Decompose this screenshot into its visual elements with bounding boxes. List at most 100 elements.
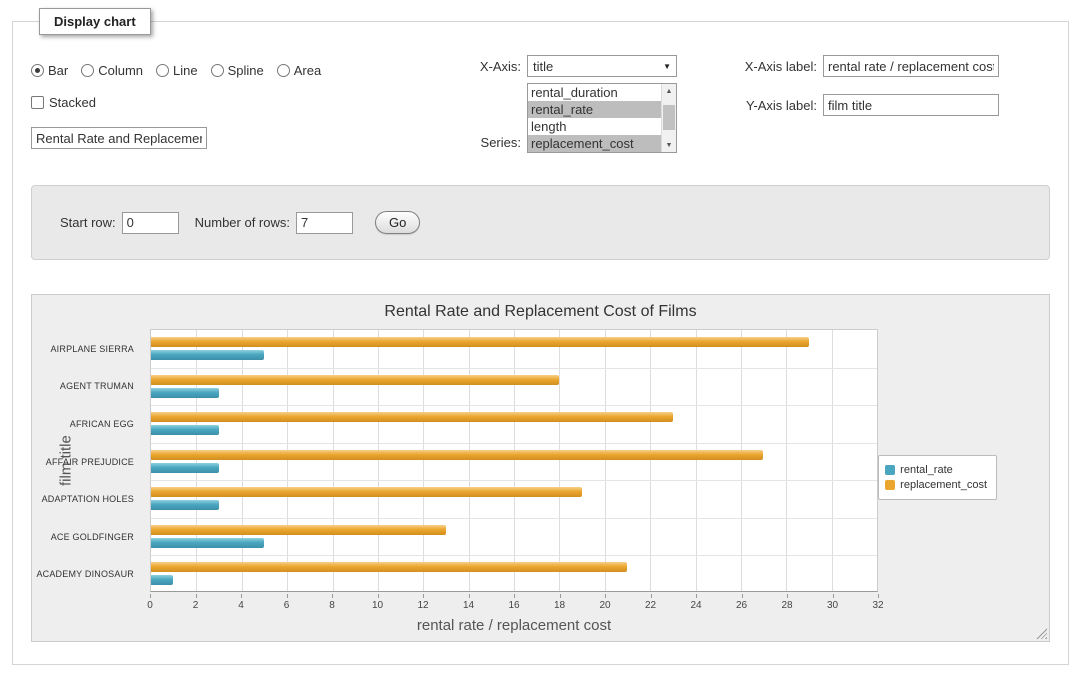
- x-tick-label: 24: [690, 600, 701, 611]
- tick-mark: [742, 594, 743, 598]
- bar-rental_rate: [151, 350, 264, 360]
- radio-label: Area: [294, 63, 321, 78]
- bar-replacement_cost: [151, 450, 763, 460]
- radio-option-bar[interactable]: Bar: [31, 63, 68, 78]
- x-tick-label: 20: [599, 600, 610, 611]
- chart-type-column: Bar Column Line Spline Area Stacked: [31, 55, 469, 149]
- bar-replacement_cost: [151, 375, 559, 385]
- radio-option-line[interactable]: Line: [156, 63, 198, 78]
- bar-rental_rate: [151, 538, 264, 548]
- start-row-input[interactable]: [122, 212, 179, 234]
- gridline: [696, 330, 697, 591]
- gridline: [151, 555, 877, 556]
- radio-label: Spline: [228, 63, 264, 78]
- tick-mark: [560, 594, 561, 598]
- gridline: [378, 330, 379, 591]
- legend-swatch-icon: [885, 465, 895, 475]
- series-option-length[interactable]: length: [528, 118, 661, 135]
- tick-mark: [696, 594, 697, 598]
- radio-option-spline[interactable]: Spline: [211, 63, 264, 78]
- gridline: [605, 330, 606, 591]
- stacked-checkbox[interactable]: [31, 96, 44, 109]
- radio-icon: [31, 64, 44, 77]
- x-axis-label-field-label: X-Axis label:: [727, 59, 817, 74]
- gridline: [333, 330, 334, 591]
- x-axis-label-input[interactable]: [823, 55, 999, 77]
- fieldset-legend: Display chart: [39, 8, 151, 35]
- scrollbar-thumb[interactable]: [663, 105, 675, 130]
- x-tick-label: 4: [238, 600, 244, 611]
- tick-mark: [241, 594, 242, 598]
- legend-label: replacement_cost: [900, 479, 987, 491]
- series-option-rental_rate[interactable]: rental_rate: [528, 101, 661, 118]
- radio-option-area[interactable]: Area: [277, 63, 321, 78]
- bar-replacement_cost: [151, 337, 809, 347]
- chart-legend: rental_rate replacement_cost: [878, 455, 997, 500]
- x-tick-label: 30: [827, 600, 838, 611]
- go-button[interactable]: Go: [375, 211, 420, 234]
- tick-mark: [423, 594, 424, 598]
- legend-item-rental_rate[interactable]: rental_rate: [885, 464, 987, 476]
- tick-mark: [332, 594, 333, 598]
- tick-mark: [833, 594, 834, 598]
- radio-icon: [156, 64, 169, 77]
- gridline: [423, 330, 424, 591]
- tick-mark: [196, 594, 197, 598]
- bar-rental_rate: [151, 575, 173, 585]
- category-label: ADAPTATION HOLES: [42, 494, 134, 504]
- x-tick-label: 14: [463, 600, 474, 611]
- x-axis-select-label: X-Axis:: [469, 55, 521, 77]
- category-label: AFRICAN EGG: [70, 419, 134, 429]
- radio-label: Bar: [48, 63, 68, 78]
- gridline: [469, 330, 470, 591]
- scroll-down-icon[interactable]: ▼: [662, 138, 676, 152]
- scrollbar[interactable]: ▲ ▼: [661, 84, 676, 152]
- stacked-option[interactable]: Stacked: [31, 95, 469, 110]
- chart-title-input[interactable]: [31, 127, 207, 149]
- series-select-label: Series:: [469, 135, 521, 150]
- number-of-rows-label: Number of rows:: [195, 215, 290, 230]
- tick-mark: [514, 594, 515, 598]
- radio-label: Column: [98, 63, 143, 78]
- series-option-rental_duration[interactable]: rental_duration: [528, 84, 661, 101]
- bar-rental_rate: [151, 388, 219, 398]
- bar-replacement_cost: [151, 412, 673, 422]
- x-tick-label: 26: [736, 600, 747, 611]
- category-axis: AIRPLANE SIERRAAGENT TRUMANAFRICAN EGGAF…: [32, 330, 142, 593]
- x-tick-label: 22: [645, 600, 656, 611]
- tick-mark: [469, 594, 470, 598]
- x-axis-select[interactable]: title ▼: [527, 55, 677, 77]
- gridline: [832, 330, 833, 591]
- category-label: AGENT TRUMAN: [60, 381, 134, 391]
- tick-mark: [378, 594, 379, 598]
- tick-mark: [605, 594, 606, 598]
- scroll-up-icon[interactable]: ▲: [662, 84, 676, 98]
- x-tick-label: 28: [781, 600, 792, 611]
- chart-container: Rental Rate and Replacement Cost of Film…: [31, 294, 1050, 642]
- x-tick-label: 6: [284, 600, 290, 611]
- tick-mark: [651, 594, 652, 598]
- gridline: [151, 405, 877, 406]
- y-axis-label-input[interactable]: [823, 94, 999, 116]
- axis-labels-column: X-Axis label: Y-Axis label:: [727, 55, 1027, 133]
- bar-rental_rate: [151, 425, 219, 435]
- radio-option-column[interactable]: Column: [81, 63, 143, 78]
- category-label: ACADEMY DINOSAUR: [36, 569, 134, 579]
- category-label: ACE GOLDFINGER: [51, 532, 134, 542]
- x-tick-label: 32: [872, 600, 883, 611]
- gridline: [650, 330, 651, 591]
- radio-icon: [211, 64, 224, 77]
- chevron-down-icon: ▼: [663, 62, 671, 71]
- gridline: [741, 330, 742, 591]
- x-axis-ticks: 02468101214161820222426283032: [150, 594, 878, 614]
- chart-title: Rental Rate and Replacement Cost of Film…: [32, 303, 1049, 321]
- series-option-replacement_cost[interactable]: replacement_cost: [528, 135, 661, 152]
- chart-controls: Bar Column Line Spline Area Stacked X-Axis: …: [31, 55, 1050, 159]
- legend-item-replacement_cost[interactable]: replacement_cost: [885, 479, 987, 491]
- resize-handle-icon[interactable]: [1036, 628, 1047, 639]
- axis-series-column: X-Axis: title ▼ Series: rental_durationr…: [469, 55, 727, 159]
- number-of-rows-input[interactable]: [296, 212, 353, 234]
- gridline: [196, 330, 197, 591]
- tick-mark: [878, 594, 879, 598]
- series-listbox[interactable]: rental_durationrental_ratelengthreplacem…: [527, 83, 677, 153]
